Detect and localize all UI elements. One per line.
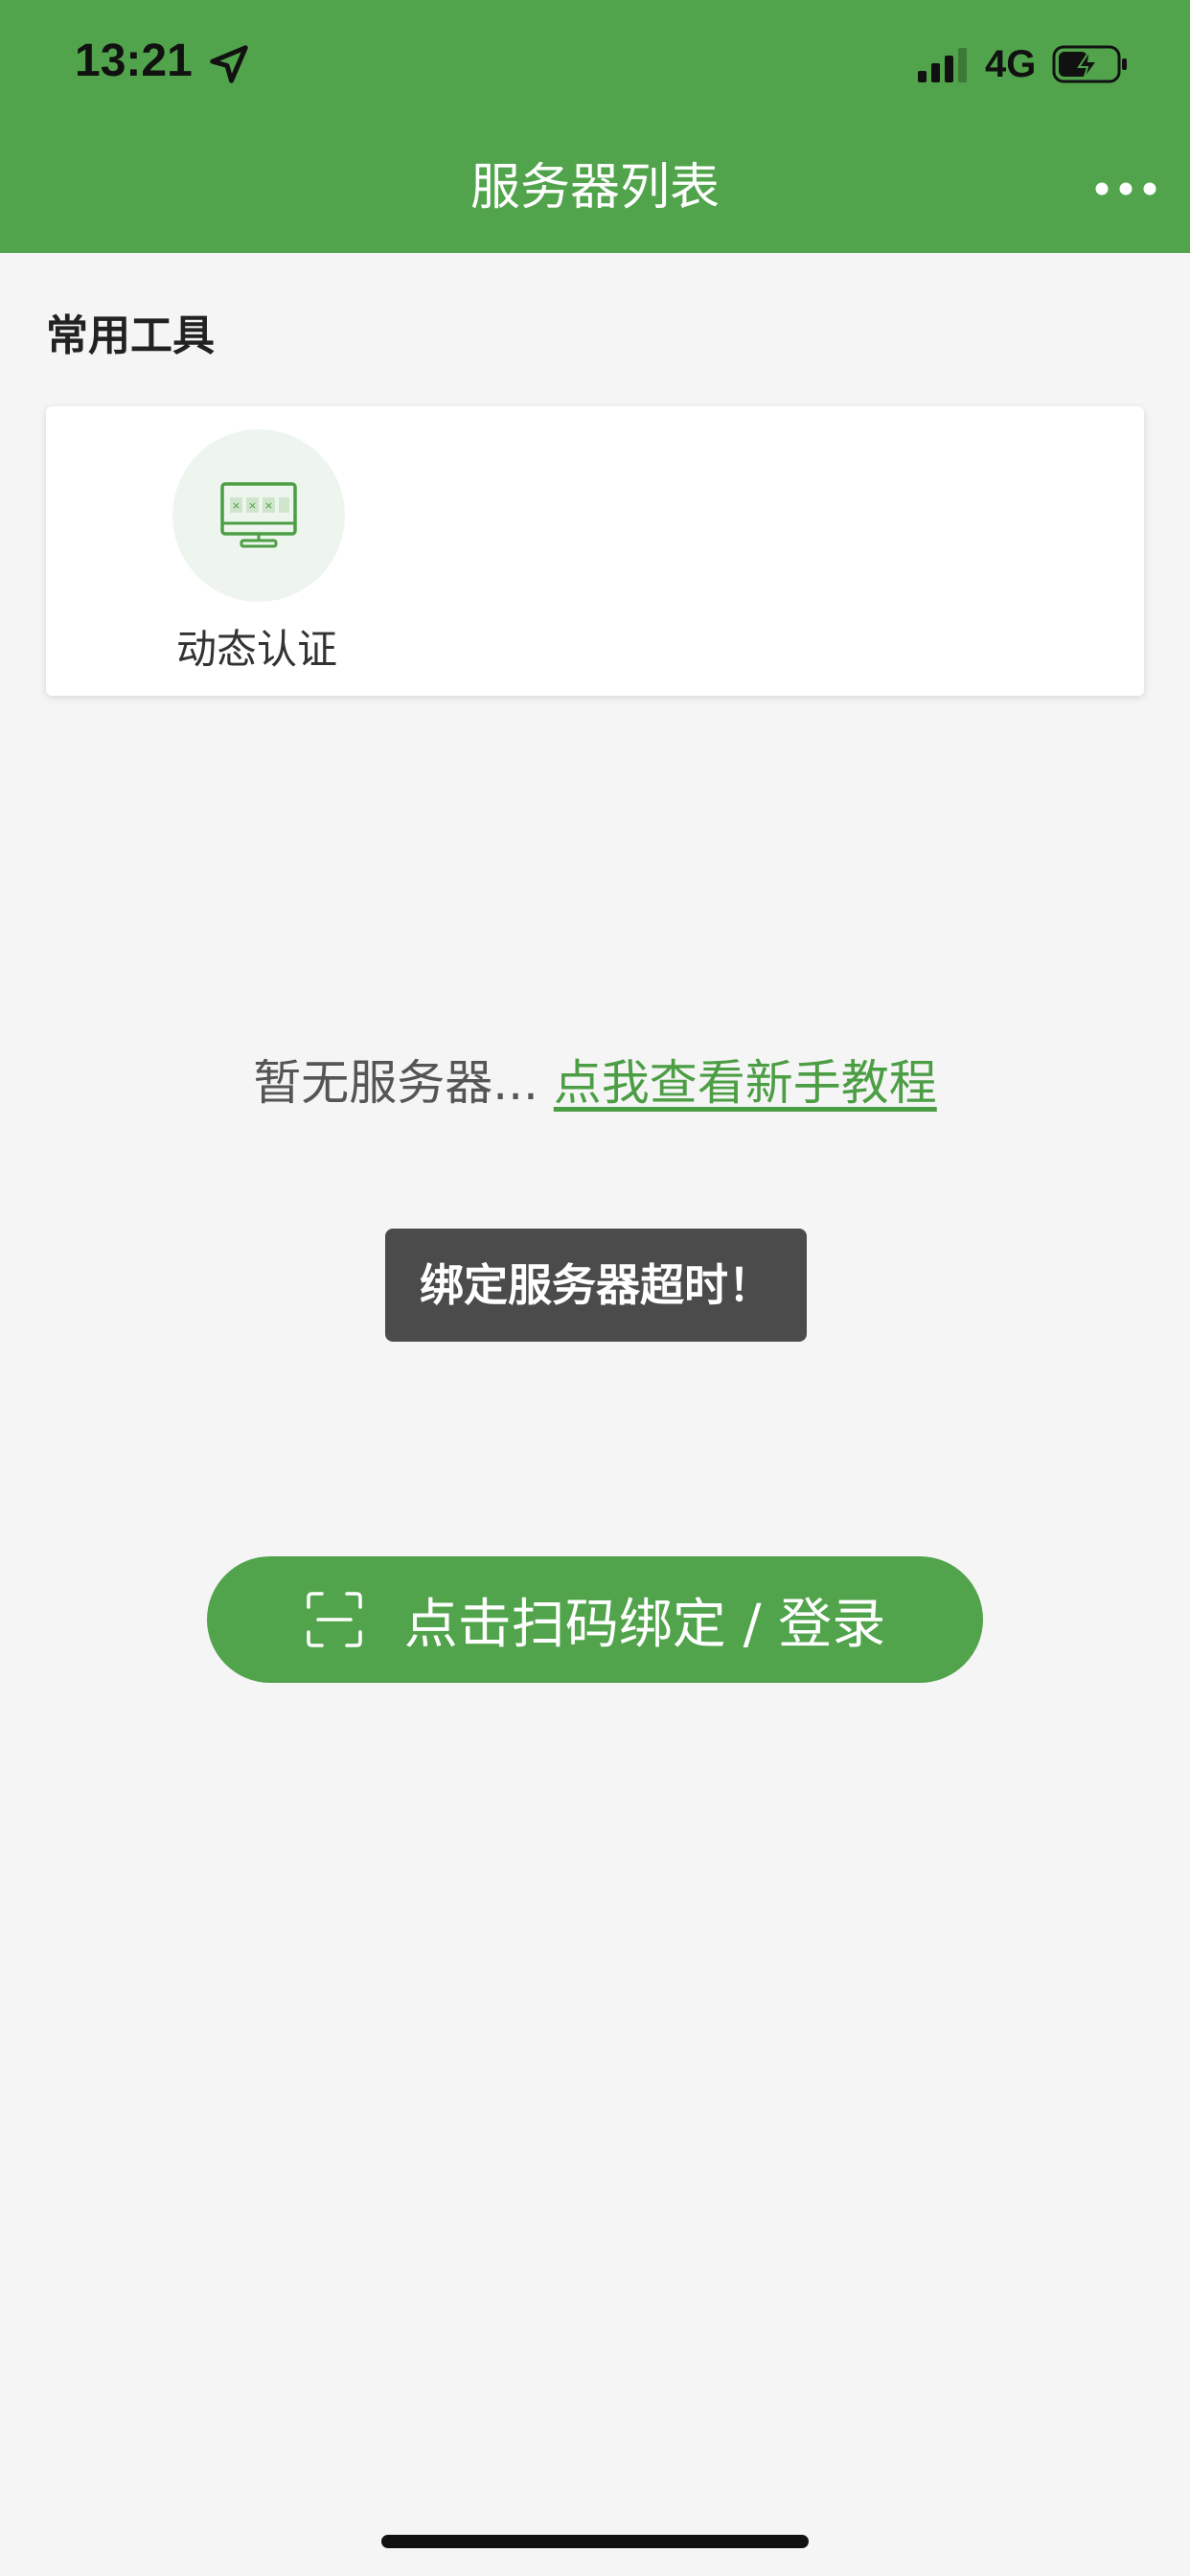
page-title: 服务器列表 — [469, 159, 720, 217]
status-time: 13:21 — [75, 35, 193, 86]
tutorial-link[interactable]: 点我查看新手教程 — [554, 1055, 937, 1111]
battery-charging-icon — [1052, 45, 1127, 83]
more-dots-icon[interactable] — [1094, 178, 1157, 199]
cellular-signal-icon — [918, 48, 967, 82]
svg-text:×: × — [264, 499, 273, 512]
home-indicator[interactable] — [381, 2535, 809, 2548]
tools-section-title: 常用工具 — [46, 311, 215, 360]
toast-message: 绑定服务器超时！ — [385, 1229, 807, 1342]
empty-state-text: 暂无服务器... — [253, 1055, 554, 1111]
empty-state: 暂无服务器... 点我查看新手教程 — [0, 1045, 1190, 1114]
status-bar: 13:21 4G — [0, 0, 1190, 130]
tool-icon-circle: × × × — [172, 429, 345, 602]
scan-bind-login-button[interactable]: 点击扫码绑定 / 登录 — [207, 1556, 983, 1683]
tools-card: × × × 动态认证 — [46, 406, 1144, 696]
svg-text:×: × — [248, 499, 257, 512]
monitor-password-icon: × × × — [220, 482, 297, 548]
network-type: 4G — [985, 43, 1037, 85]
location-arrow-icon — [210, 45, 248, 83]
scan-button-label: 点击扫码绑定 / 登录 — [403, 1593, 886, 1656]
tool-label: 动态认证 — [175, 626, 337, 673]
svg-text:×: × — [232, 499, 240, 512]
scan-icon — [307, 1592, 362, 1647]
app-header: 13:21 4G 服务器列表 — [0, 0, 1190, 253]
tool-dynamic-auth[interactable]: × × × 动态认证 — [123, 429, 391, 678]
